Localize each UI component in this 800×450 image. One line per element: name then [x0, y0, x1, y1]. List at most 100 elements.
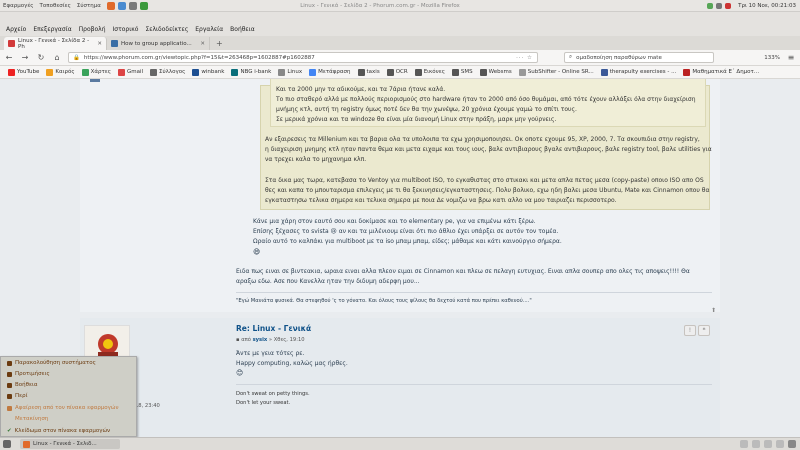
quote-paragraph-line: Στα δικα μας τωρα, κατεβασα το Ventoy γι…: [265, 177, 704, 184]
menu-item-about[interactable]: Περί: [7, 393, 27, 399]
quick-launch: [106, 1, 148, 10]
workspace-icon[interactable]: [764, 440, 772, 448]
tab-group-applications[interactable]: How to group applicatio... ✕: [107, 37, 210, 50]
quote-paragraph-line: Αν εξαιρεσεις τα Millenium και τα βαρια …: [265, 136, 700, 143]
trash-icon[interactable]: [788, 440, 796, 448]
bank-icon: [231, 68, 239, 76]
volume-icon[interactable]: [716, 3, 723, 9]
menu-tools[interactable]: Εργαλεία: [195, 26, 223, 33]
bookmark-linux[interactable]: Linux: [278, 68, 302, 76]
inner-quote-line: Το πιο σταθερό αλλά με πολλούς περιορισμ…: [276, 96, 696, 103]
gmail-icon: [117, 68, 125, 76]
inner-quote-line: Και τα 2000 μην τα αδικούμε, και τα 7άρι…: [276, 86, 446, 93]
workspace-icon[interactable]: [776, 440, 784, 448]
system-menu[interactable]: Σύστημα: [77, 3, 101, 9]
menu-item-lock-to-panel[interactable]: ✔ Κλείδωμα στον πίνακα εφαρμογών: [7, 428, 110, 434]
bookmark-sms[interactable]: SMS: [451, 68, 473, 76]
back-to-top-icon[interactable]: ⬆: [711, 307, 716, 314]
close-tab-icon[interactable]: ✕: [97, 41, 102, 47]
bookmark-youtube[interactable]: YouTube: [8, 68, 39, 76]
workspace-icon[interactable]: [752, 440, 760, 448]
monitor-icon: [7, 360, 12, 366]
taskbar-window-button[interactable]: Linux - Γενικά - Σελιδ...: [20, 439, 120, 449]
lock-icon: 🔒: [73, 54, 80, 61]
back-icon[interactable]: ←: [4, 53, 14, 62]
post-icon: ▪: [236, 337, 240, 343]
terminal-icon[interactable]: [128, 1, 137, 10]
places-menu[interactable]: Τοποθεσίες: [40, 3, 71, 9]
menu-file[interactable]: Αρχείο: [6, 26, 26, 33]
menu-history[interactable]: Ιστορικό: [113, 26, 139, 33]
search-box[interactable]: ⌕ ομαδοποίηση παραθύρων mate: [564, 52, 714, 63]
bookmarks-toolbar: YouTube Καιρός Χάρτες Gmail Σύλλογος win…: [0, 66, 800, 79]
applications-menu[interactable]: Εφαρμογές: [3, 3, 34, 9]
menu-view[interactable]: Προβολή: [79, 26, 106, 33]
files-icon[interactable]: [139, 1, 148, 10]
menu-edit[interactable]: Επεξεργασία: [33, 26, 71, 33]
bookmark-subshifter[interactable]: SubShifter - Online SR...: [518, 68, 594, 76]
post-title[interactable]: Re: Linux - Γενικά: [236, 324, 311, 333]
bookmark-translate[interactable]: Μετάφραση: [309, 68, 351, 76]
menu-item-remove-from-panel[interactable]: Αφαίρεση από τον πίνακα εφαρμογών: [7, 405, 119, 411]
clock[interactable]: Τρι 10 Νοε, 00:21:03: [738, 3, 796, 9]
system-tray: Τρι 10 Νοε, 00:21:03: [707, 0, 796, 12]
post-date: » Χθες, 19:10: [268, 337, 305, 343]
page-icon: [600, 68, 608, 76]
bookmark-taxis[interactable]: taxis: [357, 68, 380, 76]
zoom-level[interactable]: 133%: [764, 55, 780, 61]
bookmark-therapulty[interactable]: therapulty exercises - ...: [600, 68, 676, 76]
post-2: [80, 318, 720, 437]
desktop-top-panel: Εφαρμογές Τοποθεσίες Σύστημα Linux - Γεν…: [0, 0, 800, 12]
post-text-line: Επίσης ξέχασες το svista 😢 αν και τα μιλ…: [253, 228, 559, 235]
menu-item-preferences[interactable]: Προτιμήσεις: [7, 371, 50, 377]
page-actions-icon[interactable]: ··· ☆: [516, 55, 533, 61]
menu-bookmarks[interactable]: Σελιδοδείκτες: [145, 26, 188, 33]
about-icon: [7, 393, 12, 399]
new-tab-button[interactable]: +: [210, 39, 229, 48]
post-text-line: Ειδα πως ειναι σε βιντεακια, ωραια ειναι…: [236, 268, 690, 275]
smiley-icon: 😄: [253, 248, 261, 256]
reload-icon[interactable]: ↻: [36, 53, 46, 62]
folder-icon: [451, 68, 459, 76]
quote-icon[interactable]: ❝: [698, 325, 710, 336]
close-tab-icon[interactable]: ✕: [200, 41, 205, 47]
menu-item-help[interactable]: Βοήθεια: [7, 382, 37, 388]
menu-item-system-monitor[interactable]: Παρακολούθηση συστήματος: [7, 360, 96, 366]
power-icon[interactable]: [725, 3, 732, 9]
report-icon[interactable]: !: [684, 325, 696, 336]
panel-context-menu: Παρακολούθηση συστήματος Προτιμήσεις Βοή…: [0, 356, 137, 437]
quote-paragraph-line: θες και καπα το μπουταρισμα επιλεγεις με…: [265, 187, 710, 194]
url-bar[interactable]: 🔒 https://www.phorum.com.gr/viewtopic.ph…: [68, 52, 538, 63]
maps-icon: [81, 68, 89, 76]
bookmark-websms[interactable]: Websms: [479, 68, 512, 76]
bookmark-winbank[interactable]: winbank: [192, 68, 224, 76]
folder-icon: [479, 68, 487, 76]
site-favicon-icon: [111, 40, 118, 47]
forward-icon[interactable]: →: [20, 53, 30, 62]
workspace-icon[interactable]: [740, 440, 748, 448]
show-desktop-icon[interactable]: [3, 440, 11, 448]
bookmark-nbg[interactable]: NBG i-bank: [231, 68, 271, 76]
post-text-line: Άντε με γεια τότες ρε.: [236, 350, 305, 357]
firefox-icon[interactable]: [106, 1, 115, 10]
bookmark-math[interactable]: Μαθηματικά Ε΄ Δημοτ...: [683, 68, 759, 76]
menu-help[interactable]: Βοήθεια: [230, 26, 255, 33]
bookmark-ocr[interactable]: OCR: [386, 68, 408, 76]
tab-linux-general[interactable]: Linux - Γενικά - Σελίδα 2 - Ph ✕: [4, 37, 107, 50]
smiley-icon: 😊: [236, 369, 244, 377]
bookmark-weather[interactable]: Καιρός: [46, 68, 75, 76]
network-icon[interactable]: [707, 3, 714, 9]
phorum-favicon-icon: [8, 40, 15, 47]
menu-item-move[interactable]: Μετακίνηση: [7, 416, 48, 422]
mail-icon[interactable]: [117, 1, 126, 10]
post-author[interactable]: sysix: [253, 337, 268, 343]
page-icon: [683, 68, 691, 76]
checkmark-icon: ✔: [7, 428, 12, 434]
search-icon: ⌕: [569, 54, 573, 60]
hamburger-menu-icon[interactable]: ≡: [786, 53, 796, 62]
bookmark-images[interactable]: Εικόνες: [414, 68, 445, 76]
bookmark-maps[interactable]: Χάρτες: [81, 68, 111, 76]
bookmark-association[interactable]: Σύλλογος: [150, 68, 185, 76]
home-icon[interactable]: ⌂: [52, 53, 62, 62]
bookmark-gmail[interactable]: Gmail: [117, 68, 143, 76]
